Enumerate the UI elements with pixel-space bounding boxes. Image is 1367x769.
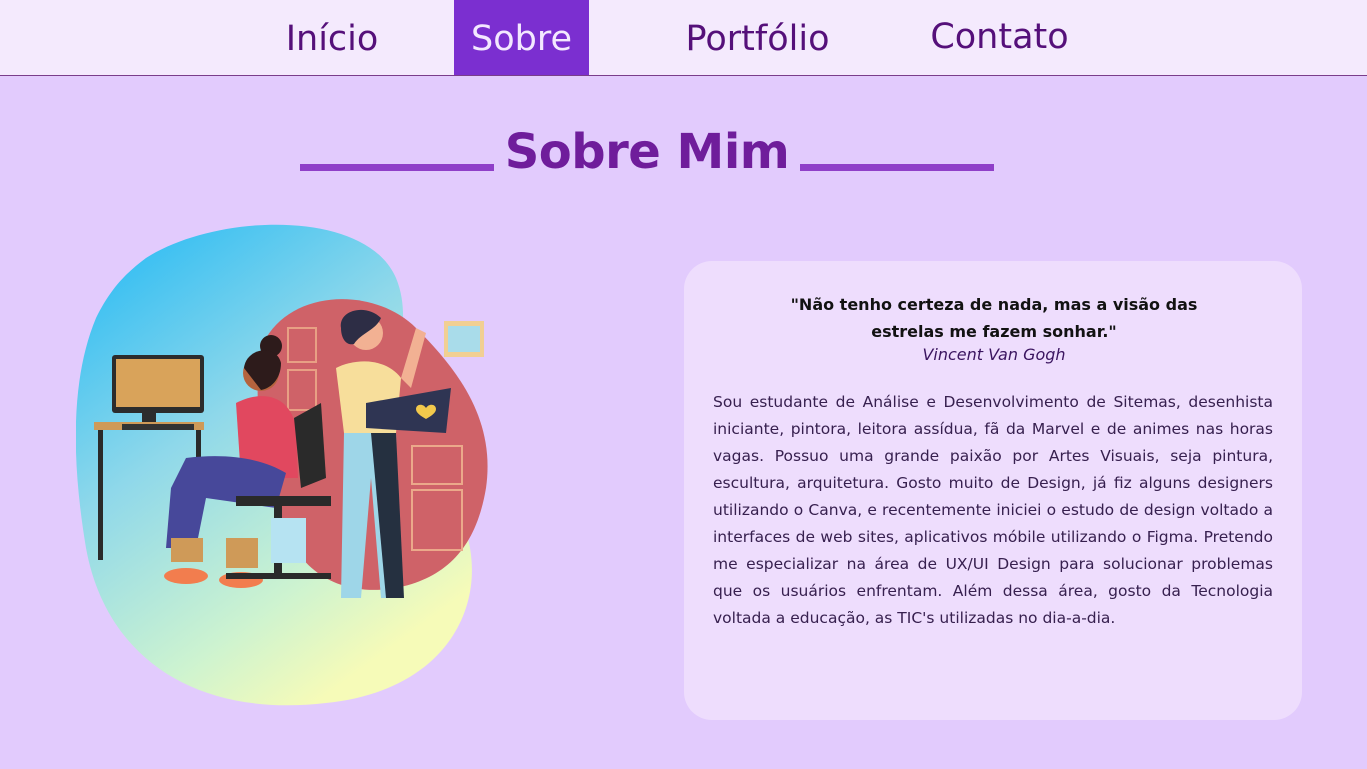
- quote-author: Vincent Van Gogh: [922, 345, 1066, 364]
- quote-text: "Não tenho certeza de nada, mas a visão …: [790, 295, 1198, 341]
- bio-text: Sou estudante de Análise e Desenvolvimen…: [713, 393, 1273, 627]
- nav-link-contato[interactable]: Contato: [922, 0, 1077, 75]
- page-title: Sobre Mim: [504, 124, 790, 180]
- title-divider-right: [800, 164, 994, 171]
- designers-illustration: [75, 218, 496, 708]
- title-divider-left: [300, 164, 494, 171]
- section-title-wrap: Sobre Mim: [300, 122, 994, 192]
- nav-link-inicio[interactable]: Início: [277, 0, 387, 75]
- nav-link-sobre[interactable]: Sobre: [454, 0, 589, 75]
- nav-link-portfolio[interactable]: Portfólio: [680, 0, 835, 75]
- illustration-svg: [75, 224, 488, 706]
- top-navbar: Início Sobre Portfólio Contato: [0, 0, 1367, 76]
- about-card: "Não tenho certeza de nada, mas a visão …: [684, 261, 1302, 720]
